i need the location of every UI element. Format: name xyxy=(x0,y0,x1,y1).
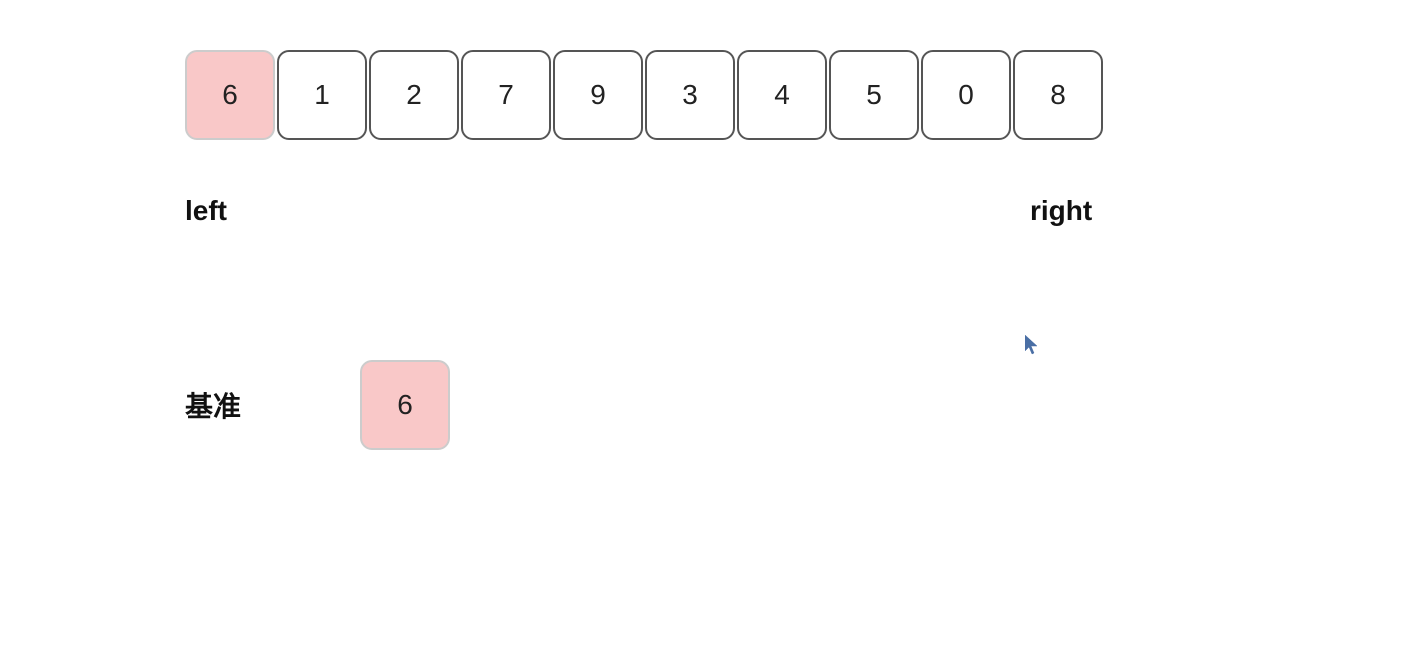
array-cell-8: 0 xyxy=(921,50,1011,140)
array-cell-2: 2 xyxy=(369,50,459,140)
array-cell-9: 8 xyxy=(1013,50,1103,140)
array-cell-0: 6 xyxy=(185,50,275,140)
label-right: right xyxy=(1030,195,1092,227)
pivot-cell: 6 xyxy=(360,360,450,450)
pivot-value: 6 xyxy=(397,389,413,421)
array-cell-5: 3 xyxy=(645,50,735,140)
jizun-label: 基准 xyxy=(185,385,241,425)
array-cell-1: 1 xyxy=(277,50,367,140)
array-cell-3: 7 xyxy=(461,50,551,140)
label-left: left xyxy=(185,195,227,227)
array-container: 6127934508 xyxy=(185,50,1105,140)
array-cell-6: 4 xyxy=(737,50,827,140)
array-cell-4: 9 xyxy=(553,50,643,140)
cursor-icon xyxy=(1025,335,1041,355)
array-cell-7: 5 xyxy=(829,50,919,140)
